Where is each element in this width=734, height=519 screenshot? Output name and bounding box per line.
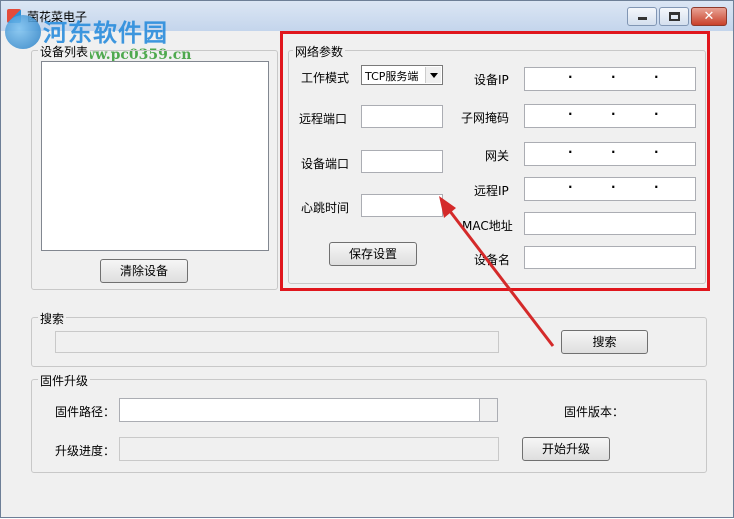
device-name-label: 设备名 xyxy=(474,253,511,267)
close-icon: ✕ xyxy=(703,9,715,24)
minimize-icon xyxy=(638,17,647,20)
mac-address-input[interactable] xyxy=(524,212,696,235)
main-window: 菌花菜电子 ✕ 河东软件园 www.pc0359.cn 设备列表 清除设备 网络… xyxy=(0,0,734,518)
work-mode-label: 工作模式 xyxy=(301,71,350,85)
device-ip-label: 设备IP xyxy=(474,73,509,87)
firmware-version-label: 固件版本： xyxy=(564,405,625,419)
upgrade-progress-label: 升级进度： xyxy=(55,444,116,458)
heartbeat-label: 心跳时间 xyxy=(301,201,350,215)
mac-address-label: MAC地址 xyxy=(462,219,513,233)
chevron-down-icon xyxy=(425,67,441,83)
device-ip-input[interactable]: · · · xyxy=(524,67,696,91)
upgrade-progress-bar xyxy=(119,437,499,461)
remote-ip-label: 远程IP xyxy=(474,184,509,198)
minimize-button[interactable] xyxy=(627,7,657,26)
device-port-input[interactable] xyxy=(361,150,443,173)
browse-button[interactable] xyxy=(479,398,498,422)
gateway-label: 网关 xyxy=(485,149,510,163)
search-button[interactable]: 搜索 xyxy=(561,330,648,354)
close-button[interactable]: ✕ xyxy=(691,7,727,26)
device-port-label: 设备端口 xyxy=(301,157,350,171)
network-params-legend: 网络参数 xyxy=(293,43,346,60)
firmware-upgrade-legend: 固件升级 xyxy=(38,372,91,389)
clear-devices-button[interactable]: 清除设备 xyxy=(100,259,188,283)
remote-port-label: 远程端口 xyxy=(299,112,348,126)
search-legend: 搜索 xyxy=(38,310,67,327)
maximize-button[interactable] xyxy=(659,7,689,26)
work-mode-select[interactable]: TCP服务端 xyxy=(361,65,443,85)
save-settings-button[interactable]: 保存设置 xyxy=(329,242,417,266)
work-mode-value: TCP服务端 xyxy=(365,70,419,83)
search-progress-field xyxy=(55,331,499,353)
title-bar: 菌花菜电子 ✕ xyxy=(1,1,733,31)
subnet-mask-input[interactable]: · · · xyxy=(524,104,696,128)
subnet-mask-label: 子网掩码 xyxy=(461,111,510,125)
maximize-icon xyxy=(669,12,680,21)
remote-port-input[interactable] xyxy=(361,105,443,128)
window-title: 菌花菜电子 xyxy=(27,10,88,24)
firmware-path-label: 固件路径： xyxy=(55,405,116,419)
device-name-input[interactable] xyxy=(524,246,696,269)
device-list-legend: 设备列表 xyxy=(38,43,91,60)
device-listbox[interactable] xyxy=(41,61,269,251)
start-upgrade-button[interactable]: 开始升级 xyxy=(522,437,610,461)
app-icon xyxy=(7,9,21,23)
heartbeat-input[interactable] xyxy=(361,194,443,217)
firmware-path-input[interactable] xyxy=(119,398,481,422)
gateway-input[interactable]: · · · xyxy=(524,142,696,166)
remote-ip-input[interactable]: · · · xyxy=(524,177,696,201)
